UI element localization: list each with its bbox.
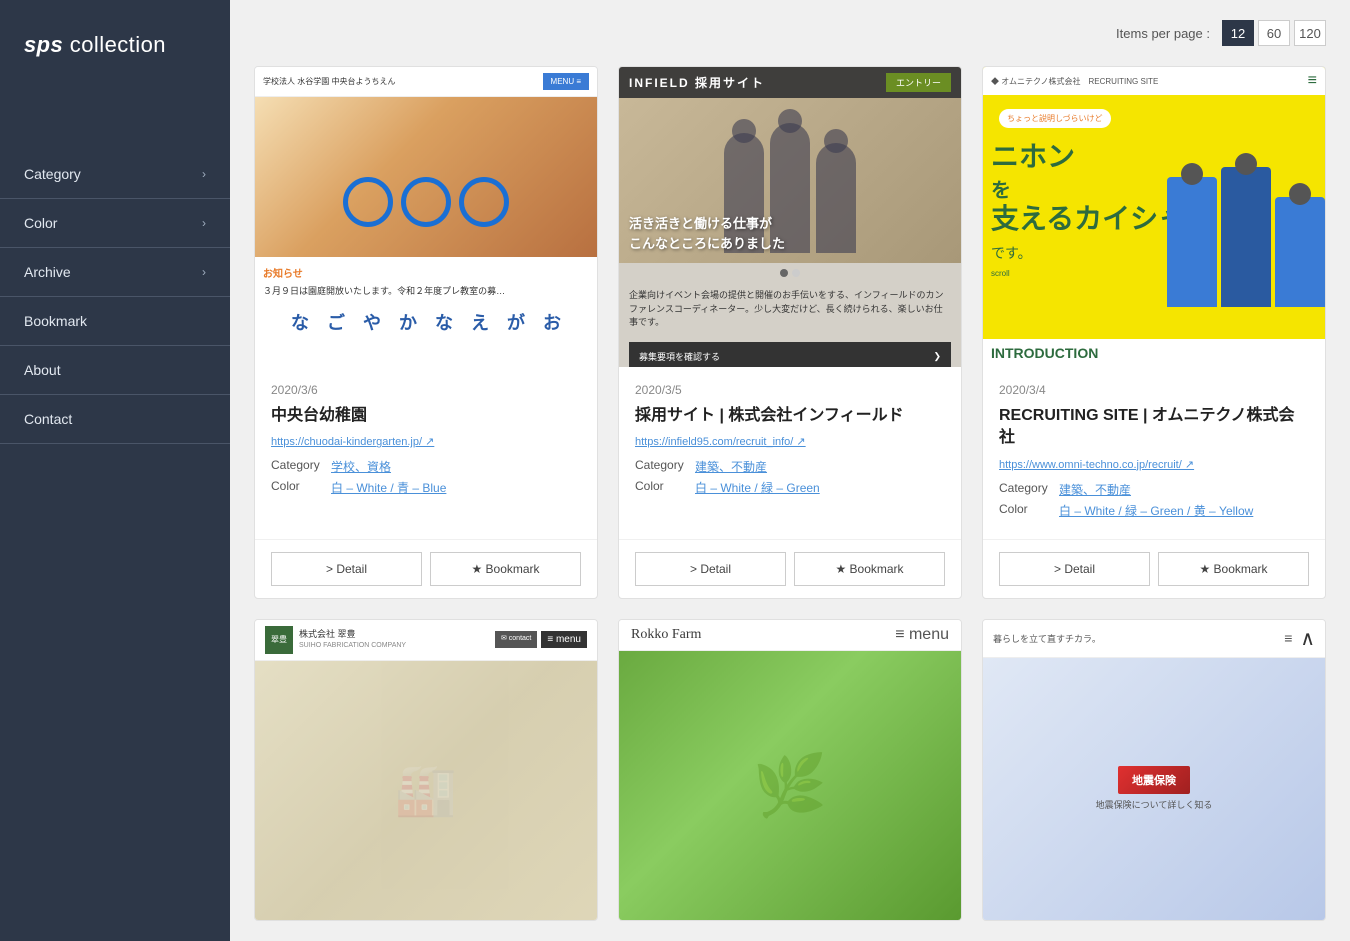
- card-1-color: Color 白 – White / 青 – Blue: [271, 479, 581, 496]
- sidebar-item-color[interactable]: Color ›: [0, 199, 230, 248]
- sidebar-item-label: About: [24, 362, 61, 378]
- card-5-image: Rokko Farm ≡ menu 🌿: [619, 620, 961, 920]
- card-grid: 学校法人 水谷学園 中央台ようちえん MENU ≡ お知らせ ３月９日は: [254, 66, 1326, 921]
- card-3-color: Color 白 – White / 緑 – Green / 黄 – Yellow: [999, 502, 1309, 519]
- card-2-bookmark-button[interactable]: ★ Bookmark: [794, 552, 945, 586]
- card-2-color: Color 白 – White / 緑 – Green: [635, 479, 945, 496]
- card-2-category-value: 建築、不動産: [695, 458, 767, 475]
- card-2-image: INFIELD 採用サイト エントリー 活き活きと働ける仕事がこんなところにあり…: [619, 67, 961, 367]
- sidebar-item-label: Category: [24, 166, 81, 182]
- card-2-detail-button[interactable]: > Detail: [635, 552, 786, 586]
- card-6-image: 暮らしを立て直すチカラ。 ≡ ∧ 地震保険 地震保険について詳しく知る: [983, 620, 1325, 920]
- card-3-detail-button[interactable]: > Detail: [999, 552, 1150, 586]
- card-3-image: ◆ オムニテクノ株式会社 RECRUITING SITE ≡ ちょっと説明しづら…: [983, 67, 1325, 367]
- chevron-right-icon: ›: [202, 167, 206, 181]
- main-content: Items per page : 12 60 120 学校法人 水谷学園 中央台…: [230, 0, 1350, 941]
- card-2-date: 2020/3/5: [635, 383, 945, 397]
- ipp-120-button[interactable]: 120: [1294, 20, 1326, 46]
- sidebar-item-label: Archive: [24, 264, 71, 280]
- ipp-12-button[interactable]: 12: [1222, 20, 1254, 46]
- logo-collection: collection: [70, 32, 166, 57]
- sidebar-item-label: Contact: [24, 411, 72, 427]
- items-per-page-label: Items per page :: [1116, 26, 1210, 41]
- sidebar-item-about[interactable]: About: [0, 346, 230, 395]
- chevron-right-icon: ›: [202, 216, 206, 230]
- card-3-category-value: 建築、不動産: [1059, 481, 1131, 498]
- card-5: Rokko Farm ≡ menu 🌿: [618, 619, 962, 921]
- sidebar-item-label: Color: [24, 215, 57, 231]
- card-2-url[interactable]: https://infield95.com/recruit_info/ ↗: [635, 435, 945, 448]
- sidebar-nav: Category › Color › Archive › Bookmark Ab…: [0, 150, 230, 444]
- card-1-detail-button[interactable]: > Detail: [271, 552, 422, 586]
- logo-area: sps collection: [0, 0, 230, 90]
- card-1-date: 2020/3/6: [271, 383, 581, 397]
- sidebar-item-archive[interactable]: Archive ›: [0, 248, 230, 297]
- logo-sps: sps: [24, 32, 63, 57]
- card-1-image: 学校法人 水谷学園 中央台ようちえん MENU ≡ お知らせ ３月９日は: [255, 67, 597, 367]
- card-2-category: Category 建築、不動産: [635, 458, 945, 475]
- card-3-title: RECRUITING SITE | オムニテクノ株式会社: [999, 405, 1309, 450]
- card-1-bookmark-button[interactable]: ★ Bookmark: [430, 552, 581, 586]
- card-2: INFIELD 採用サイト エントリー 活き活きと働ける仕事がこんなところにあり…: [618, 66, 962, 599]
- card-1-body: 2020/3/6 中央台幼稚園 https://chuodai-kinderga…: [255, 367, 597, 539]
- card-3-color-value: 白 – White / 緑 – Green / 黄 – Yellow: [1059, 502, 1253, 519]
- card-1-title: 中央台幼稚園: [271, 405, 581, 427]
- card-2-actions: > Detail ★ Bookmark: [619, 539, 961, 598]
- sidebar: sps collection Category › Color › Archiv…: [0, 0, 230, 941]
- sidebar-item-category[interactable]: Category ›: [0, 150, 230, 199]
- sidebar-item-label: Bookmark: [24, 313, 87, 329]
- card-3-url[interactable]: https://www.omni-techno.co.jp/recruit/ ↗: [999, 458, 1309, 471]
- card-4: 翠豊 株式会社 翠豊SUIHO FABRICATION COMPANY ✉ co…: [254, 619, 598, 921]
- card-1-actions: > Detail ★ Bookmark: [255, 539, 597, 598]
- card-3-body: 2020/3/4 RECRUITING SITE | オムニテクノ株式会社 ht…: [983, 367, 1325, 539]
- card-2-color-value: 白 – White / 緑 – Green: [695, 479, 820, 496]
- card-2-body: 2020/3/5 採用サイト | 株式会社インフィールド https://inf…: [619, 367, 961, 539]
- ipp-60-button[interactable]: 60: [1258, 20, 1290, 46]
- sidebar-item-bookmark[interactable]: Bookmark: [0, 297, 230, 346]
- items-per-page-control: Items per page : 12 60 120: [254, 20, 1326, 46]
- card-3-bookmark-button[interactable]: ★ Bookmark: [1158, 552, 1309, 586]
- card-3: ◆ オムニテクノ株式会社 RECRUITING SITE ≡ ちょっと説明しづら…: [982, 66, 1326, 599]
- card-3-date: 2020/3/4: [999, 383, 1309, 397]
- card-1-category: Category 学校、資格: [271, 458, 581, 475]
- card-1-category-value: 学校、資格: [331, 458, 391, 475]
- sidebar-item-contact[interactable]: Contact: [0, 395, 230, 444]
- card-1-color-value: 白 – White / 青 – Blue: [331, 479, 446, 496]
- card-2-title: 採用サイト | 株式会社インフィールド: [635, 405, 945, 427]
- card-1: 学校法人 水谷学園 中央台ようちえん MENU ≡ お知らせ ３月９日は: [254, 66, 598, 599]
- card-4-image: 翠豊 株式会社 翠豊SUIHO FABRICATION COMPANY ✉ co…: [255, 620, 597, 920]
- card-1-url[interactable]: https://chuodai-kindergarten.jp/ ↗: [271, 435, 581, 448]
- card-3-actions: > Detail ★ Bookmark: [983, 539, 1325, 598]
- chevron-right-icon: ›: [202, 265, 206, 279]
- logo: sps collection: [24, 32, 166, 57]
- card-6: 暮らしを立て直すチカラ。 ≡ ∧ 地震保険 地震保険について詳しく知る: [982, 619, 1326, 921]
- card-3-category: Category 建築、不動産: [999, 481, 1309, 498]
